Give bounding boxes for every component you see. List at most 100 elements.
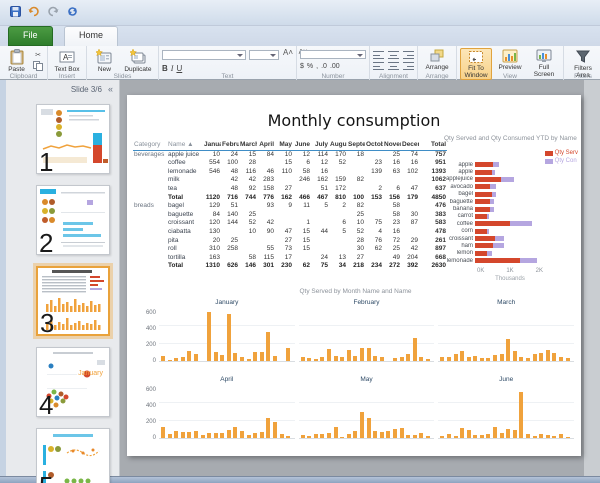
slide-thumbnail-2[interactable]: 2 (36, 185, 110, 255)
bar[interactable] (273, 422, 277, 438)
bar[interactable] (273, 356, 277, 361)
align-bottom-icon[interactable] (403, 51, 414, 59)
bar[interactable] (340, 357, 344, 361)
column-header[interactable]: July (311, 141, 329, 150)
bar[interactable] (500, 433, 504, 438)
number-format-select[interactable] (300, 50, 366, 59)
bar[interactable] (220, 433, 224, 438)
bar[interactable] (440, 357, 444, 361)
slide-canvas[interactable]: Monthly consumption CategoryName ▲Januar… (127, 95, 581, 456)
bar[interactable] (513, 351, 517, 361)
bar[interactable] (526, 358, 530, 361)
bar-segment[interactable] (475, 207, 490, 212)
bar[interactable] (367, 348, 371, 361)
copy-icon[interactable] (32, 61, 44, 70)
bar[interactable] (168, 360, 172, 361)
bar-segment[interactable] (475, 243, 493, 248)
italic-button[interactable]: I (171, 64, 174, 73)
bar[interactable] (334, 356, 338, 361)
bar[interactable] (406, 435, 410, 438)
bar-segment[interactable] (493, 162, 499, 167)
bold-button[interactable]: B (162, 64, 168, 73)
bar[interactable] (174, 358, 178, 361)
align-right-icon[interactable] (403, 62, 414, 70)
bar[interactable] (360, 348, 364, 361)
bar[interactable] (393, 358, 397, 361)
column-header[interactable]: May (275, 141, 293, 150)
tray-chart[interactable]: Qty Served and Qty Consumed YTD by Name … (444, 135, 578, 285)
bar[interactable] (187, 351, 191, 361)
bar[interactable] (280, 434, 284, 438)
bar[interactable] (327, 433, 331, 438)
bar[interactable] (194, 431, 198, 438)
bar-segment[interactable] (475, 192, 492, 197)
slide-thumbnail-1[interactable]: 1 (36, 104, 110, 174)
tab-home[interactable]: Home (64, 26, 118, 46)
bar[interactable] (486, 434, 490, 438)
column-header[interactable]: February (221, 141, 239, 150)
bar[interactable] (480, 358, 484, 361)
bar[interactable] (340, 437, 344, 438)
percent-format-icon[interactable]: % (307, 63, 313, 70)
bar[interactable] (301, 435, 305, 438)
bar[interactable] (473, 356, 477, 361)
bar[interactable] (233, 427, 237, 438)
underline-button[interactable]: U (176, 64, 182, 73)
bar[interactable] (419, 357, 423, 361)
bar[interactable] (174, 431, 178, 438)
bar[interactable] (566, 358, 570, 361)
bar[interactable] (334, 427, 338, 438)
bar[interactable] (260, 432, 264, 438)
bar[interactable] (566, 437, 570, 438)
bar[interactable] (181, 357, 185, 361)
bar[interactable] (447, 434, 451, 438)
bar[interactable] (347, 350, 351, 361)
bar[interactable] (247, 435, 251, 438)
bar[interactable] (247, 359, 251, 361)
bar-segment[interactable] (475, 184, 490, 189)
arrange-button[interactable]: Arrange (421, 48, 453, 71)
bar[interactable] (380, 432, 384, 438)
bar[interactable] (373, 431, 377, 438)
column-header[interactable]: October (365, 141, 383, 150)
bar[interactable] (539, 434, 543, 438)
bar[interactable] (400, 428, 404, 438)
bar[interactable] (380, 357, 384, 361)
bar[interactable] (486, 358, 490, 361)
bar[interactable] (207, 433, 211, 438)
save-icon[interactable] (8, 4, 22, 18)
bar[interactable] (413, 435, 417, 438)
bar[interactable] (373, 356, 377, 361)
bar[interactable] (467, 430, 471, 438)
bar[interactable] (181, 432, 185, 438)
bar[interactable] (253, 433, 257, 438)
bar-segment[interactable] (487, 214, 489, 219)
bar-segment[interactable] (475, 214, 487, 219)
bar[interactable] (454, 436, 458, 438)
bar[interactable] (413, 338, 417, 361)
bar[interactable] (546, 350, 550, 361)
bar[interactable] (240, 357, 244, 361)
new-slide-button[interactable]: New (90, 48, 119, 73)
bar-segment[interactable] (492, 170, 496, 175)
bar[interactable] (320, 357, 324, 361)
bar[interactable] (500, 354, 504, 361)
bar[interactable] (533, 436, 537, 438)
bar[interactable] (207, 312, 211, 361)
bar[interactable] (194, 354, 198, 361)
bar[interactable] (526, 434, 530, 438)
bar-segment[interactable] (475, 199, 490, 204)
bar[interactable] (314, 434, 318, 438)
bar[interactable] (552, 353, 556, 361)
bar[interactable] (220, 355, 224, 361)
bar-segment[interactable] (490, 207, 494, 212)
bar[interactable] (406, 354, 410, 362)
bar[interactable] (347, 434, 351, 438)
column-header[interactable]: March (239, 141, 257, 150)
bar[interactable] (253, 352, 257, 361)
bar[interactable] (513, 430, 517, 438)
bar[interactable] (233, 353, 237, 361)
bar[interactable] (473, 435, 477, 438)
bar-segment[interactable] (475, 162, 493, 167)
bar[interactable] (227, 314, 231, 361)
